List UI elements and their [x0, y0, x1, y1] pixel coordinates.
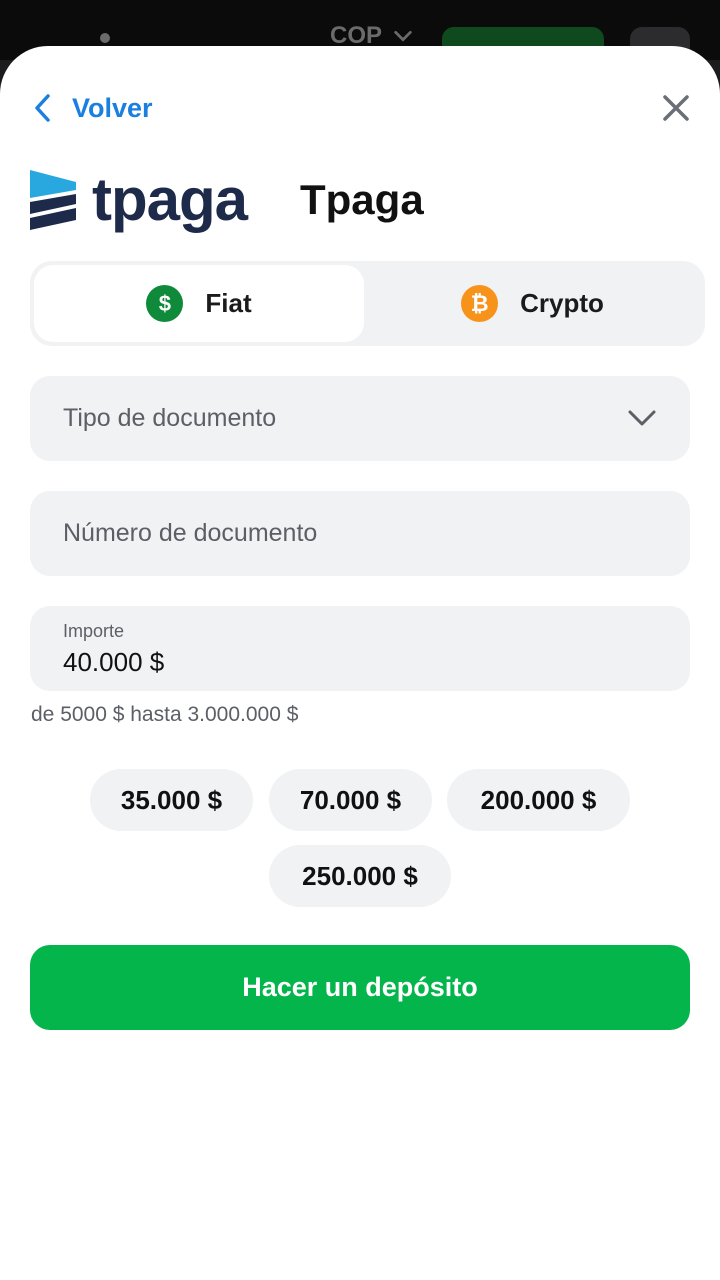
- quick-amount-chip[interactable]: 250.000 $: [269, 845, 451, 907]
- chevron-down-icon: [394, 30, 412, 42]
- deposit-button[interactable]: Hacer un depósito: [30, 945, 690, 1030]
- back-label: Volver: [72, 92, 153, 123]
- close-icon[interactable]: [660, 92, 692, 124]
- document-number-placeholder: Número de documento: [63, 519, 318, 547]
- chevron-left-icon: [35, 94, 50, 122]
- bitcoin-icon: ₿: [461, 285, 499, 322]
- provider-logo: tpaga: [30, 166, 248, 233]
- tab-fiat[interactable]: $ Fiat: [34, 265, 364, 342]
- tab-crypto-label: Crypto: [520, 288, 604, 318]
- amount-input[interactable]: Importe 40.000 $: [30, 606, 690, 691]
- background-indicator-dot: [100, 33, 110, 43]
- amount-range-hint: de 5000 $ hasta 3.000.000 $: [31, 703, 299, 726]
- provider-name: Tpaga: [300, 176, 424, 223]
- quick-amount-chip[interactable]: 200.000 $: [447, 769, 630, 831]
- amount-label: Importe: [63, 621, 125, 641]
- tab-crypto[interactable]: ₿ Crypto: [364, 265, 701, 342]
- deposit-sheet: Volver tpaga Tpaga $ Fiat ₿ Crypto Tipo …: [0, 46, 720, 1280]
- quick-amount-chip[interactable]: 35.000 $: [90, 769, 253, 831]
- document-type-select[interactable]: Tipo de documento: [30, 376, 690, 461]
- dollar-coin-icon: $: [146, 285, 184, 322]
- chevron-down-icon: [628, 410, 656, 426]
- tpaga-logo-text: tpaga: [92, 166, 248, 233]
- quick-amount-chip[interactable]: 70.000 $: [269, 769, 432, 831]
- tpaga-logo-icon: [30, 170, 76, 230]
- amount-value: 40.000 $: [63, 647, 165, 677]
- document-number-input[interactable]: Número de documento: [30, 491, 690, 576]
- tab-fiat-label: Fiat: [205, 288, 252, 318]
- document-type-placeholder: Tipo de documento: [63, 404, 277, 432]
- payment-type-tabs: $ Fiat ₿ Crypto: [30, 261, 705, 346]
- back-button[interactable]: Volver: [32, 92, 153, 124]
